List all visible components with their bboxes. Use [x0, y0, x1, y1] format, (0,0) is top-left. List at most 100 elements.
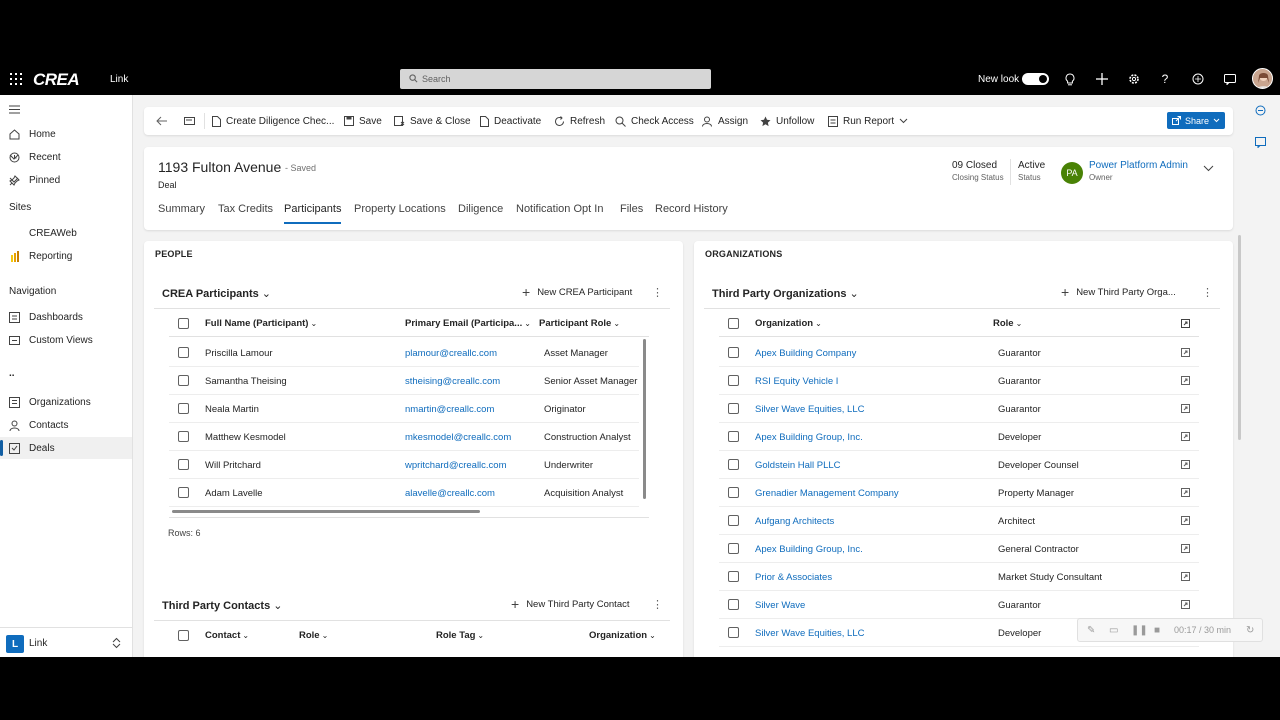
refresh-button[interactable]: Refresh: [554, 107, 605, 135]
more-options-icon[interactable]: ⋮: [652, 286, 663, 299]
hamburger-menu-button[interactable]: [0, 98, 132, 120]
back-button[interactable]: [156, 107, 172, 135]
participant-email-link[interactable]: stheising@creallc.com: [405, 376, 500, 387]
row-checkbox[interactable]: [728, 571, 739, 582]
select-all-checkbox[interactable]: [178, 318, 189, 329]
organization-link[interactable]: Aufgang Architects: [755, 516, 834, 527]
more-options-icon[interactable]: ⋮: [1202, 286, 1213, 299]
vertical-scrollbar[interactable]: [643, 339, 646, 499]
nav-item-creaweb[interactable]: CREAWeb: [0, 222, 132, 244]
nav-item-home[interactable]: Home: [0, 123, 132, 145]
open-in-new-window-button[interactable]: [184, 107, 200, 135]
new-look-toggle[interactable]: [1022, 73, 1049, 85]
open-record-icon[interactable]: [1181, 432, 1190, 441]
nav-item-reporting[interactable]: Reporting: [0, 245, 132, 267]
page-vertical-scrollbar[interactable]: [1238, 235, 1241, 440]
row-checkbox[interactable]: [728, 543, 739, 554]
restart-icon[interactable]: ↻: [1246, 625, 1254, 636]
table-row[interactable]: Matthew Kesmodel mkesmodel@creallc.com C…: [169, 423, 639, 451]
row-checkbox[interactable]: [728, 627, 739, 638]
nav-item-dashboards[interactable]: Dashboards: [0, 306, 132, 328]
table-row[interactable]: Apex Building Group, Inc. General Contra…: [719, 535, 1199, 563]
expand-header-chevron-icon[interactable]: [1203, 165, 1214, 172]
table-row[interactable]: Priscilla Lamour plamour@creallc.com Ass…: [169, 339, 639, 367]
column-header-organization[interactable]: Organization ⌄: [755, 318, 822, 329]
tab-summary[interactable]: Summary: [158, 203, 205, 215]
open-record-icon[interactable]: [1181, 600, 1190, 609]
nav-item-deals[interactable]: Deals: [0, 437, 132, 459]
save-button[interactable]: Save: [344, 107, 382, 135]
table-row[interactable]: Prior & Associates Market Study Consulta…: [719, 563, 1199, 591]
participant-email-link[interactable]: wpritchard@creallc.com: [405, 460, 507, 471]
deactivate-button[interactable]: Deactivate: [480, 107, 541, 135]
tab-notification-opt-in[interactable]: Notification Opt In: [516, 203, 603, 215]
table-row[interactable]: Silver Wave Guarantor: [719, 591, 1199, 619]
table-row[interactable]: Samantha Theising stheising@creallc.com …: [169, 367, 639, 395]
table-row[interactable]: Grenadier Management Company Property Ma…: [719, 479, 1199, 507]
more-options-icon[interactable]: ⋮: [652, 598, 663, 611]
tab-record-history[interactable]: Record History: [655, 203, 728, 215]
participant-email-link[interactable]: mkesmodel@creallc.com: [405, 432, 511, 443]
assign-button[interactable]: Assign: [702, 107, 748, 135]
column-header-primary-email[interactable]: Primary Email (Participa... ⌄: [405, 318, 531, 329]
select-all-checkbox[interactable]: [728, 318, 739, 329]
create-diligence-button[interactable]: Create Diligence Chec...: [212, 107, 334, 135]
nav-item-pinned[interactable]: Pinned: [0, 169, 132, 191]
table-row[interactable]: Silver Wave Equities, LLC Guarantor: [719, 395, 1199, 423]
row-checkbox[interactable]: [178, 403, 189, 414]
new-third-party-organization-button[interactable]: + New Third Party Orga...: [1061, 284, 1176, 300]
open-record-icon[interactable]: [1181, 348, 1190, 357]
open-record-icon[interactable]: [1181, 544, 1190, 553]
column-header-role[interactable]: Role ⌄: [993, 318, 1022, 329]
column-header-role-tag[interactable]: Role Tag ⌄: [436, 630, 484, 641]
table-row[interactable]: Will Pritchard wpritchard@creallc.com Un…: [169, 451, 639, 479]
tab-files[interactable]: Files: [620, 203, 643, 215]
organization-link[interactable]: RSI Equity Vehicle I: [755, 376, 838, 387]
column-header-participant-role[interactable]: Participant Role ⌄: [539, 318, 620, 329]
new-third-party-contact-button[interactable]: + New Third Party Contact: [511, 596, 630, 612]
open-record-icon[interactable]: [1181, 572, 1190, 581]
save-and-close-button[interactable]: Save & Close: [394, 107, 471, 135]
organization-link[interactable]: Goldstein Hall PLLC: [755, 460, 841, 471]
row-checkbox[interactable]: [728, 431, 739, 442]
column-header-full-name[interactable]: Full Name (Participant) ⌄: [205, 318, 317, 329]
feedback-icon[interactable]: [1223, 72, 1237, 86]
share-button[interactable]: Share: [1167, 112, 1225, 129]
area-switcher[interactable]: L Link: [0, 627, 132, 657]
app-launcher-icon[interactable]: [10, 73, 22, 85]
participant-email-link[interactable]: plamour@creallc.com: [405, 348, 497, 359]
organization-link[interactable]: Silver Wave Equities, LLC: [755, 404, 864, 415]
owner-field[interactable]: Power Platform Admin Owner: [1089, 160, 1188, 182]
participant-email-link[interactable]: nmartin@creallc.com: [405, 404, 494, 415]
pause-icon[interactable]: ❚❚: [1131, 625, 1148, 636]
check-access-button[interactable]: Check Access: [615, 107, 694, 135]
tab-property-locations[interactable]: Property Locations: [354, 203, 446, 215]
help-icon[interactable]: ?: [1158, 72, 1172, 86]
open-record-icon[interactable]: [1181, 376, 1190, 385]
organization-link[interactable]: Apex Building Company: [755, 348, 856, 359]
organization-link[interactable]: Apex Building Group, Inc.: [755, 544, 863, 555]
table-row[interactable]: Apex Building Company Guarantor: [719, 339, 1199, 367]
row-checkbox[interactable]: [728, 487, 739, 498]
row-checkbox[interactable]: [178, 347, 189, 358]
stop-icon[interactable]: ■: [1154, 625, 1160, 636]
row-checkbox[interactable]: [728, 347, 739, 358]
row-checkbox[interactable]: [178, 431, 189, 442]
table-row[interactable]: RSI Equity Vehicle I Guarantor: [719, 367, 1199, 395]
tab-diligence[interactable]: Diligence: [458, 203, 503, 215]
row-checkbox[interactable]: [728, 515, 739, 526]
organization-link[interactable]: Prior & Associates: [755, 572, 832, 583]
unfollow-button[interactable]: Unfollow: [760, 107, 814, 135]
table-row[interactable]: Aufgang Architects Architect: [719, 507, 1199, 535]
row-checkbox[interactable]: [178, 459, 189, 470]
organization-link[interactable]: Apex Building Group, Inc.: [755, 432, 863, 443]
horizontal-scrollbar[interactable]: [172, 510, 480, 513]
row-checkbox[interactable]: [728, 375, 739, 386]
search-input[interactable]: Search: [400, 69, 711, 89]
row-checkbox[interactable]: [728, 403, 739, 414]
open-record-icon[interactable]: [1181, 404, 1190, 413]
new-crea-participant-button[interactable]: + New CREA Participant: [522, 284, 632, 300]
nav-item-organizations[interactable]: Organizations: [0, 391, 132, 413]
organization-link[interactable]: Silver Wave: [755, 600, 805, 611]
organization-link[interactable]: Silver Wave Equities, LLC: [755, 628, 864, 639]
